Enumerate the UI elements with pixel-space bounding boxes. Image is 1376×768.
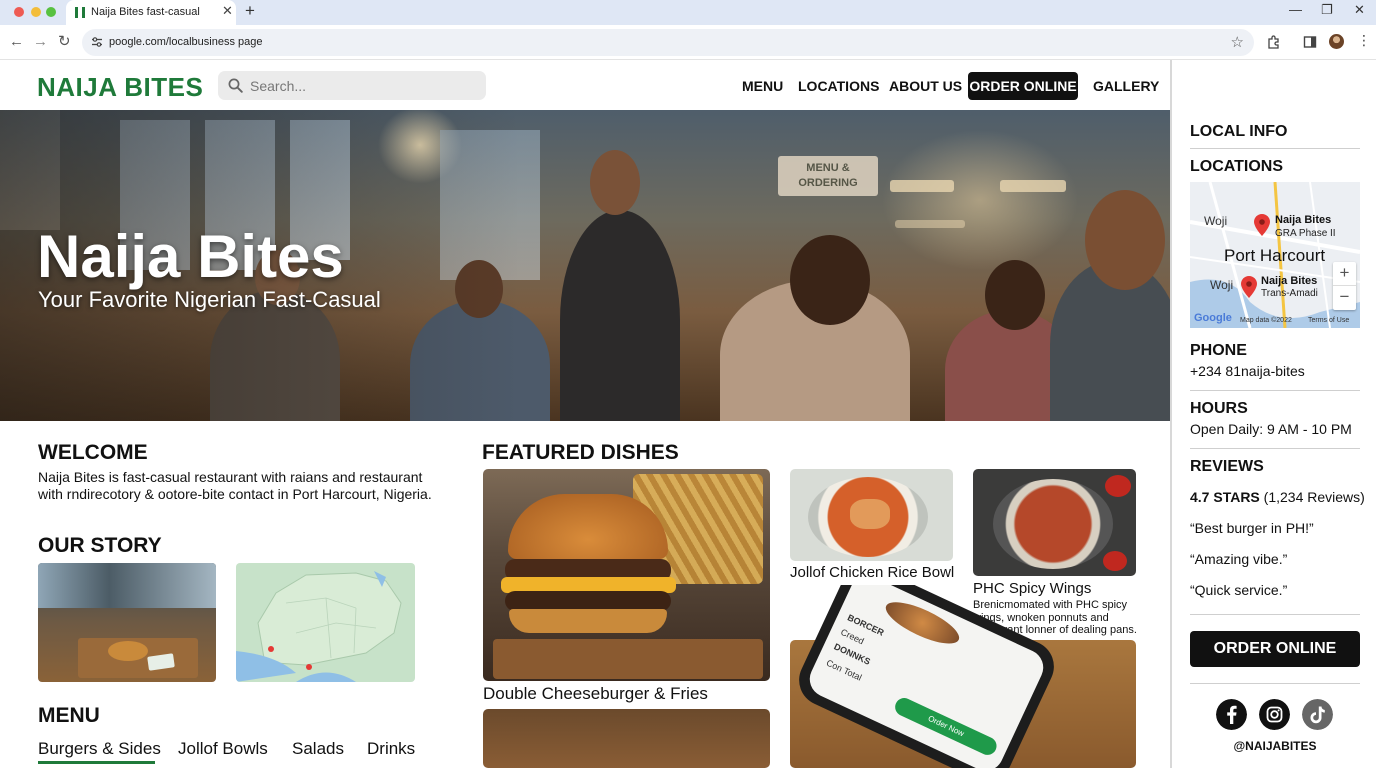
menu-tab-salads[interactable]: Salads — [292, 739, 344, 759]
extensions-icon[interactable] — [1267, 35, 1281, 49]
map-pin-1-name: Naija Bites — [1275, 214, 1332, 226]
dish-name-jollof[interactable]: Jollof Chicken Rice Bowl — [790, 564, 954, 581]
hero-menu-sign: MENU & ORDERING — [778, 156, 878, 196]
map-zoom-in-button[interactable]: + — [1333, 262, 1356, 286]
map-zoom-control: + − — [1333, 262, 1356, 310]
facebook-icon[interactable] — [1216, 699, 1247, 730]
new-tab-icon[interactable]: + — [245, 2, 255, 19]
our-story-heading: OUR STORY — [38, 534, 162, 557]
dish-cheeseburger-photo[interactable] — [483, 469, 770, 681]
reviews-heading: REVIEWS — [1190, 458, 1264, 475]
menu-tab-drinks[interactable]: Drinks — [367, 739, 415, 759]
url-text: poogle.com/localbusiness page — [109, 36, 263, 48]
window-close-dot[interactable] — [14, 7, 24, 17]
search-placeholder: Search... — [250, 78, 307, 94]
dish-jollof-photo[interactable] — [790, 469, 953, 561]
menu-tab-jollof-bowls[interactable]: Jollof Bowls — [178, 739, 268, 759]
nigeria-outline-map — [236, 571, 402, 682]
map-pin-icon[interactable] — [1254, 214, 1270, 236]
window-zoom-dot[interactable] — [46, 7, 56, 17]
rating-count: (1,234 Reviews) — [1263, 489, 1365, 505]
nav-locations[interactable]: LOCATIONS — [798, 78, 879, 94]
site-logo[interactable]: NAIJA BITES — [37, 72, 203, 103]
rating-summary: 4.7 STARS (1,234 Reviews) — [1190, 489, 1365, 505]
locations-heading: LOCATIONS — [1190, 158, 1284, 175]
locations-map[interactable]: Woji Woji Port Harcourt Naija Bites GRA … — [1190, 182, 1360, 328]
story-nigeria-map[interactable] — [236, 563, 415, 682]
story-restaurant-photo[interactable] — [38, 563, 216, 682]
review-quote: “Quick service.” — [1190, 582, 1288, 598]
bookmark-star-icon[interactable]: ☆ — [1231, 33, 1244, 51]
tiktok-icon[interactable] — [1302, 699, 1333, 730]
map-city-label: Port Harcourt — [1224, 246, 1326, 265]
menu-kebab-icon[interactable]: ⋮ — [1357, 33, 1371, 47]
browser-tab-strip: Naija Bites fast-casual ✕ + — ❐ ✕ — [0, 0, 1376, 25]
local-info-heading: LOCAL INFO — [1190, 123, 1288, 140]
reload-icon[interactable]: ↻ — [58, 34, 71, 49]
site-info-icon[interactable] — [91, 36, 103, 48]
hours-heading: HOURS — [1190, 400, 1248, 417]
menu-heading: MENU — [38, 704, 100, 727]
nigeria-flag-icon — [75, 7, 85, 18]
review-quote: “Amazing vibe.” — [1190, 551, 1288, 567]
hero-banner: MENU & ORDERING Naija Bites Your Favorit… — [0, 110, 1170, 421]
phone-heading: PHONE — [1190, 342, 1247, 359]
phone-number[interactable]: +234 81naija-bites — [1190, 363, 1305, 379]
search-icon — [228, 78, 243, 93]
nav-gallery[interactable]: GALLERY — [1093, 78, 1159, 94]
search-input[interactable]: Search... — [218, 71, 486, 100]
map-zoom-out-button[interactable]: − — [1333, 286, 1356, 310]
menu-tab-active-underline — [38, 761, 155, 764]
dish-wings-photo[interactable] — [973, 469, 1136, 576]
rating-stars: 4.7 STARS — [1190, 489, 1260, 505]
map-attribution: Map data ©2022 — [1240, 317, 1292, 324]
hours-text: Open Daily: 9 AM - 10 PM — [1190, 421, 1352, 437]
map-pin-icon[interactable] — [1241, 276, 1257, 298]
welcome-text: Naija Bites is fast-casual restaurant wi… — [38, 469, 432, 502]
side-panel-icon[interactable] — [1303, 35, 1317, 49]
map-label-woji-1: Woji — [1204, 214, 1228, 228]
google-logo: Google — [1194, 312, 1232, 324]
tab-title: Naija Bites fast-casual — [91, 6, 200, 18]
map-terms-link[interactable]: Terms of Use — [1308, 317, 1349, 324]
phone-mockup: BORCER Creed DONNKS Con Total Order Now — [790, 585, 1136, 768]
local-info-sidebar: LOCAL INFO LOCATIONS Woji Woji Port Harc… — [1170, 60, 1376, 768]
phone-row-2: Creed — [839, 626, 866, 647]
map-pin-1-sub: GRA Phase II — [1275, 228, 1336, 239]
profile-avatar[interactable] — [1329, 34, 1344, 49]
nav-order-online-button[interactable]: ORDER ONLINE — [968, 72, 1078, 100]
review-quote: “Best burger in PH!” — [1190, 520, 1314, 536]
window-minimize-dot[interactable] — [31, 7, 41, 17]
browser-toolbar: ← → ↻ poogle.com/localbusiness page ☆ ⋮ — [0, 25, 1376, 60]
address-bar[interactable]: poogle.com/localbusiness page ☆ — [82, 29, 1254, 56]
social-handle[interactable]: @NAIJABITES — [1190, 739, 1360, 753]
site-header: NAIJA BITES Search... MENU LOCATIONS ABO… — [0, 60, 1170, 110]
map-pin-2-sub: Trans-Amadi — [1261, 288, 1318, 299]
dish-name-cheeseburger[interactable]: Double Cheeseburger & Fries — [483, 684, 708, 704]
close-window-icon[interactable]: ✕ — [1354, 3, 1365, 16]
map-label-woji-2: Woji — [1210, 278, 1234, 292]
forward-icon[interactable]: → — [33, 34, 48, 49]
back-icon[interactable]: ← — [9, 34, 24, 49]
welcome-heading: WELCOME — [38, 441, 148, 464]
sidebar-order-online-button[interactable]: ORDER ONLINE — [1190, 631, 1360, 667]
featured-dishes-heading: FEATURED DISHES — [482, 441, 679, 464]
dish-next-photo[interactable] — [483, 709, 770, 768]
hero-subtitle: Your Favorite Nigerian Fast-Casual — [38, 287, 381, 312]
tab-close-icon[interactable]: ✕ — [222, 4, 233, 17]
restore-icon[interactable]: ❐ — [1321, 3, 1333, 16]
hero-title: Naija Bites — [37, 223, 344, 290]
nav-menu[interactable]: MENU — [742, 78, 783, 94]
menu-tab-burgers-sides[interactable]: Burgers & Sides — [38, 739, 161, 759]
instagram-icon[interactable] — [1259, 699, 1290, 730]
phone-order-now-button: Order Now — [892, 695, 1000, 758]
map-pin-2-name: Naija Bites — [1261, 275, 1318, 287]
browser-tab-active[interactable]: Naija Bites fast-casual ✕ — [66, 0, 236, 25]
nav-about-us[interactable]: ABOUT US — [889, 78, 962, 94]
minimize-icon[interactable]: — — [1289, 3, 1302, 16]
